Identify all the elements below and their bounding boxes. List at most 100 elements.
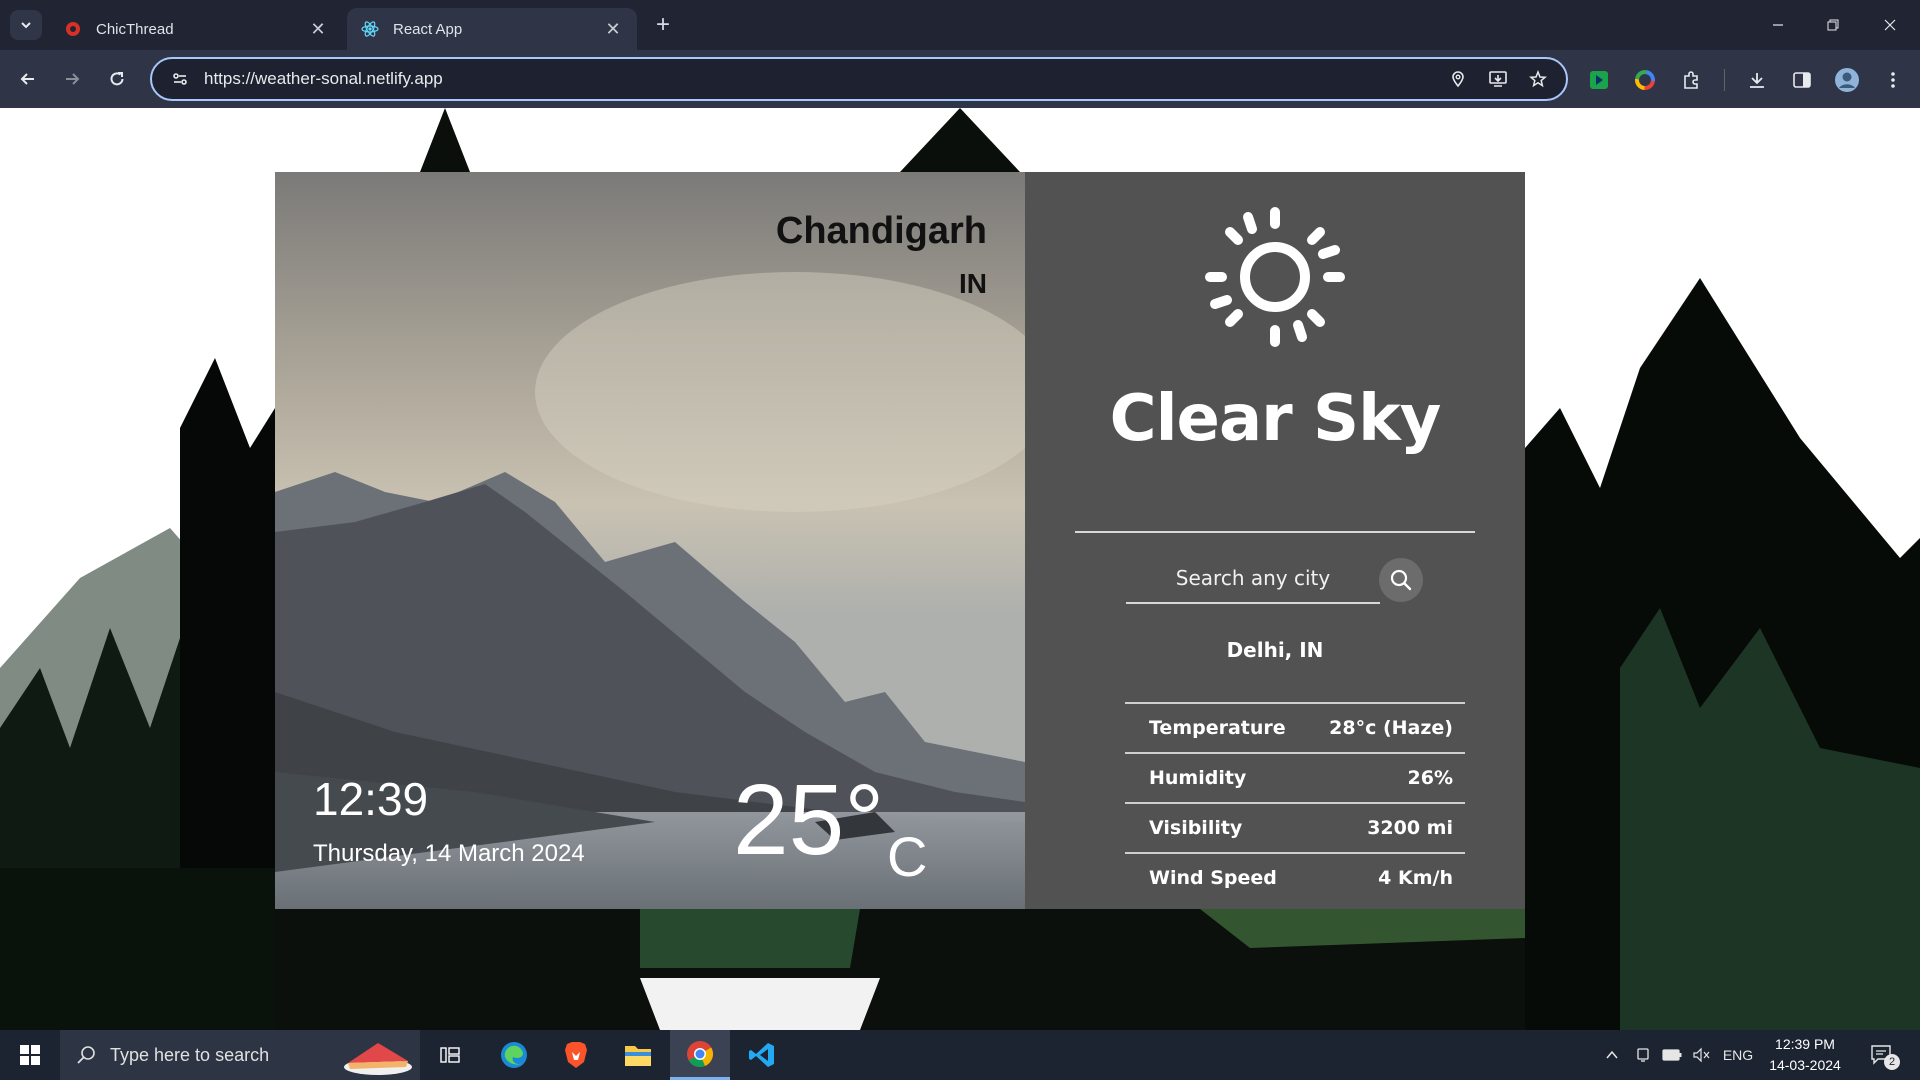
pie-illustration-icon [344, 1043, 412, 1075]
stat-row-visibility: Visibility 3200 mi [1125, 802, 1465, 852]
edge-icon [501, 1042, 527, 1068]
file-explorer-button[interactable] [608, 1030, 668, 1080]
task-view-button[interactable] [420, 1030, 480, 1080]
tab-chicthread[interactable]: ChicThread ✕ [50, 8, 342, 50]
side-panel-icon[interactable] [1785, 63, 1819, 97]
battery-button[interactable] [1658, 1030, 1686, 1080]
taskbar-search-placeholder: Type here to search [110, 1044, 270, 1065]
search-icon [77, 1046, 95, 1064]
volume-muted-icon [1693, 1047, 1710, 1063]
city-search-input[interactable] [1138, 560, 1368, 596]
toolbar-divider [1724, 69, 1725, 91]
weather-stats-list: Temperature 28°c (Haze) Humidity 26% Vis… [1125, 702, 1465, 902]
current-temperature: 25° [733, 764, 885, 876]
close-icon [1884, 19, 1896, 31]
city-search-field [1126, 554, 1380, 604]
notification-center-button[interactable]: 2 [1862, 1030, 1902, 1080]
temperature-unit: C [887, 825, 928, 888]
arrow-right-icon [66, 73, 80, 85]
clock-time: 12:39 PM [1775, 1036, 1835, 1052]
search-button[interactable] [1379, 558, 1423, 602]
location-photo-card: Chandigarh IN 12:39 Thursday, 14 March 2… [275, 172, 1025, 909]
stat-row-wind-speed: Wind Speed 4 Km/h [1125, 852, 1465, 902]
downloads-icon[interactable] [1740, 63, 1774, 97]
current-time: 12:39 [313, 773, 429, 825]
task-view-icon [440, 1047, 460, 1063]
address-bar[interactable]: https://weather-sonal.netlify.app [150, 57, 1568, 101]
tab-title: ChicThread [96, 20, 174, 38]
taskbar-search-box[interactable]: Type here to search [60, 1030, 420, 1080]
stat-label: Visibility [1149, 817, 1243, 839]
stat-label: Humidity [1149, 767, 1247, 789]
close-window-button[interactable] [1870, 10, 1910, 40]
sun-icon [1205, 207, 1345, 347]
restore-icon [1827, 19, 1839, 31]
vscode-icon [749, 1043, 774, 1067]
location-pin-icon[interactable] [1438, 59, 1478, 99]
close-icon[interactable]: ✕ [308, 19, 328, 39]
forward-button[interactable] [56, 63, 88, 95]
back-button[interactable] [12, 63, 44, 95]
stat-value: 4 Km/h [1378, 867, 1453, 889]
searched-location: Delhi, IN [1226, 638, 1324, 662]
reload-icon [110, 72, 124, 86]
reload-button[interactable] [101, 63, 133, 95]
browser-menu-icon[interactable] [1876, 63, 1910, 97]
extensions-puzzle-icon[interactable] [1674, 63, 1708, 97]
current-date: Thursday, 14 March 2024 [313, 840, 585, 867]
stat-label: Wind Speed [1149, 867, 1277, 889]
extension-color-ring-icon[interactable] [1628, 63, 1662, 97]
stat-value: 26% [1407, 767, 1453, 789]
device-icon [1637, 1048, 1649, 1062]
volume-button[interactable] [1688, 1030, 1714, 1080]
stat-label: Temperature [1149, 717, 1286, 739]
city-name: Chandigarh [775, 210, 987, 252]
vscode-app-button[interactable] [732, 1030, 792, 1080]
site-info-icon[interactable] [160, 59, 200, 99]
windows-logo-icon [20, 1045, 40, 1065]
chevron-up-icon [1606, 1050, 1618, 1059]
tab-search-button[interactable] [10, 10, 42, 40]
country-code: IN [959, 268, 987, 299]
stat-row-temperature: Temperature 28°c (Haze) [1125, 702, 1465, 752]
battery-icon [1662, 1049, 1682, 1061]
show-hidden-icons-button[interactable] [1598, 1030, 1626, 1080]
stat-row-humidity: Humidity 26% [1125, 752, 1465, 802]
minimize-button[interactable] [1758, 10, 1798, 40]
weather-condition: Clear Sky [1109, 382, 1442, 456]
brave-app-button[interactable] [546, 1030, 606, 1080]
clock-date: 14-03-2024 [1769, 1057, 1841, 1073]
chicthread-logo-icon [64, 20, 82, 38]
minimize-icon [1773, 24, 1783, 26]
tab-title: React App [393, 20, 463, 38]
chrome-icon [687, 1040, 714, 1067]
brave-lion-icon [565, 1042, 587, 1068]
stat-value: 28°c (Haze) [1329, 717, 1453, 739]
close-icon[interactable]: ✕ [603, 19, 623, 39]
tab-react-app[interactable]: React App ✕ [347, 8, 637, 50]
url-text[interactable]: https://weather-sonal.netlify.app [204, 69, 1438, 89]
restore-button[interactable] [1813, 10, 1853, 40]
edge-app-button[interactable] [484, 1030, 544, 1080]
system-clock[interactable]: 12:39 PM 14-03-2024 [1760, 1034, 1850, 1076]
weather-app-page: Chandigarh IN 12:39 Thursday, 14 March 2… [0, 108, 1920, 1030]
bookmark-star-icon[interactable] [1518, 59, 1558, 99]
search-icon [1390, 569, 1412, 591]
browser-tab-strip: ChicThread ✕ React App ✕ + [0, 0, 1920, 50]
react-logo-icon [361, 20, 379, 38]
start-button[interactable] [0, 1030, 60, 1080]
new-tab-button[interactable]: + [650, 11, 676, 38]
stat-value: 3200 mi [1367, 817, 1453, 839]
divider [1075, 531, 1475, 533]
browser-toolbar: https://weather-sonal.netlify.app [0, 50, 1920, 108]
install-app-icon[interactable] [1478, 59, 1518, 99]
weather-details-panel: Clear Sky Delhi, IN Temperature 28°c (Ha… [1025, 172, 1525, 909]
input-language[interactable]: ENG [1718, 1030, 1758, 1080]
chrome-app-button[interactable] [670, 1030, 730, 1080]
folder-icon [625, 1046, 651, 1066]
device-tray-button[interactable] [1630, 1030, 1656, 1080]
windows-taskbar: Type here to search ENG 12:39 PM 14-03-2… [0, 1030, 1920, 1080]
extension-play-icon[interactable] [1582, 63, 1616, 97]
chevron-down-icon [21, 22, 31, 29]
profile-avatar[interactable] [1830, 63, 1864, 97]
